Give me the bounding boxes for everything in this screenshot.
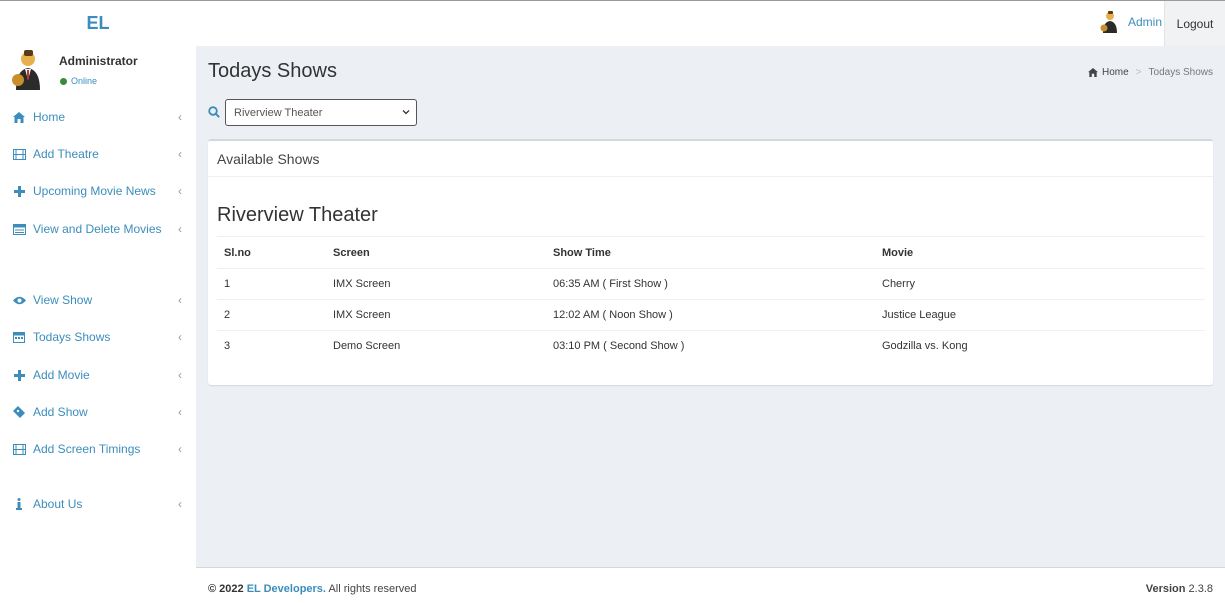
- column-header-slno: Sl.no: [217, 236, 326, 269]
- version-info: Version 2.3.8: [1146, 583, 1213, 595]
- chevron-left-icon: ‹: [178, 405, 182, 419]
- copyright-year: © 2022: [208, 583, 244, 595]
- cell-screen: Demo Screen: [326, 330, 546, 362]
- sidebar: EL Administrator Online Home ‹ Add Theat…: [0, 1, 196, 603]
- info-icon: [12, 497, 26, 511]
- sidebar-item-add-theatre[interactable]: Add Theatre ‹: [0, 136, 196, 172]
- table-row: 1 IMX Screen 06:35 AM ( First Show ) Che…: [217, 268, 1205, 300]
- chevron-left-icon: ‹: [178, 110, 182, 124]
- breadcrumb-separator: >: [1135, 67, 1142, 78]
- version-number: 2.3.8: [1188, 583, 1213, 595]
- user-avatar-icon: [12, 50, 40, 90]
- company-link[interactable]: EL Developers.: [247, 583, 326, 595]
- chevron-left-icon: ‹: [178, 293, 182, 307]
- cell-screen: IMX Screen: [326, 299, 546, 331]
- theater-select-value: Riverview Theater: [234, 106, 323, 119]
- user-status-label: Online: [71, 76, 98, 86]
- breadcrumb-home-link[interactable]: Home: [1102, 67, 1129, 78]
- column-header-screen: Screen: [326, 236, 546, 269]
- table-header-row: Sl.no Screen Show Time Movie: [217, 236, 1205, 269]
- admin-user-menu[interactable]: Admin: [1100, 11, 1162, 33]
- sidebar-item-view-delete-movies[interactable]: View and Delete Movies ‹: [0, 211, 196, 247]
- theater-select[interactable]: Riverview Theater: [225, 99, 417, 126]
- sidebar-item-view-show[interactable]: View Show ‹: [0, 282, 196, 318]
- sidebar-item-label: Add Screen Timings: [33, 442, 141, 456]
- cell-movie: Justice League: [875, 299, 1205, 331]
- film-icon: [12, 147, 26, 161]
- column-header-movie: Movie: [875, 236, 1205, 269]
- sidebar-item-label: View and Delete Movies: [33, 222, 162, 236]
- sidebar-item-label: Todays Shows: [33, 330, 111, 344]
- breadcrumb-current: Todays Shows: [1148, 67, 1213, 78]
- sidebar-item-add-movie[interactable]: Add Movie ‹: [0, 357, 196, 393]
- user-name: Administrator: [59, 54, 138, 68]
- table-row: 2 IMX Screen 12:02 AM ( Noon Show ) Just…: [217, 299, 1205, 331]
- main-content: Todays Shows Home > Todays Shows Rivervi…: [196, 46, 1225, 567]
- plus-icon: [12, 184, 26, 198]
- chevron-left-icon: ‹: [178, 330, 182, 344]
- logout-button[interactable]: Logout: [1164, 1, 1225, 46]
- breadcrumb: Home > Todays Shows: [1088, 67, 1213, 78]
- chevron-left-icon: ‹: [178, 222, 182, 236]
- cell-show-time: 12:02 AM ( Noon Show ): [546, 299, 875, 331]
- cell-screen: IMX Screen: [326, 268, 546, 300]
- online-dot-icon: [60, 78, 67, 86]
- admin-label: Admin: [1127, 15, 1162, 29]
- theater-heading: Riverview Theater: [217, 204, 378, 226]
- sidebar-item-label: View Show: [33, 293, 93, 307]
- chevron-left-icon: ‹: [178, 147, 182, 161]
- admin-avatar-icon: [1100, 11, 1117, 33]
- sidebar-item-label: Home: [33, 110, 66, 124]
- sidebar-item-label: Upcoming Movie News: [33, 184, 156, 198]
- copyright: © 2022 EL Developers. All rights reserve…: [208, 583, 416, 595]
- sidebar-item-label: Add Show: [33, 405, 88, 419]
- home-icon: [12, 110, 26, 124]
- film-icon: [12, 442, 26, 456]
- cell-show-time: 03:10 PM ( Second Show ): [546, 330, 875, 362]
- shows-table: Sl.no Screen Show Time Movie 1 IMX Scree…: [217, 236, 1205, 362]
- sidebar-item-label: Add Movie: [33, 368, 90, 382]
- chevron-left-icon: ‹: [178, 442, 182, 456]
- page-title: Todays Shows: [208, 60, 337, 82]
- brand-logo[interactable]: EL: [0, 1, 196, 45]
- available-shows-panel: Available Shows Riverview Theater Sl.no …: [208, 139, 1213, 385]
- user-status: Online: [60, 76, 97, 86]
- table-row: 3 Demo Screen 03:10 PM ( Second Show ) G…: [217, 330, 1205, 362]
- cell-slno: 1: [217, 268, 326, 300]
- chevron-down-icon: [402, 110, 410, 115]
- cell-show-time: 06:35 AM ( First Show ): [546, 268, 875, 300]
- plus-icon: [12, 368, 26, 382]
- sidebar-item-about-us[interactable]: About Us ‹: [0, 486, 196, 522]
- sidebar-item-add-show[interactable]: Add Show ‹: [0, 394, 196, 430]
- user-panel: Administrator Online: [0, 45, 196, 97]
- sidebar-item-todays-shows[interactable]: Todays Shows ‹: [0, 319, 196, 355]
- sidebar-item-upcoming-movie-news[interactable]: Upcoming Movie News ‹: [0, 173, 196, 209]
- list-icon: [12, 222, 26, 236]
- cell-slno: 2: [217, 299, 326, 331]
- cell-movie: Godzilla vs. Kong: [875, 330, 1205, 362]
- sidebar-item-home[interactable]: Home ‹: [0, 99, 196, 135]
- chevron-left-icon: ‹: [178, 368, 182, 382]
- sidebar-item-label: About Us: [33, 497, 83, 511]
- column-header-show-time: Show Time: [546, 236, 875, 269]
- sidebar-item-add-screen-timings[interactable]: Add Screen Timings ‹: [0, 431, 196, 467]
- cell-slno: 3: [217, 330, 326, 362]
- top-navbar: Admin Logout: [196, 1, 1225, 46]
- version-label: Version: [1145, 583, 1186, 595]
- chevron-left-icon: ‹: [178, 184, 182, 198]
- panel-title: Available Shows: [208, 141, 1213, 177]
- sidebar-item-label: Add Theatre: [33, 147, 99, 161]
- eye-icon: [12, 293, 26, 307]
- search-icon: [208, 106, 220, 118]
- chevron-left-icon: ‹: [178, 497, 182, 511]
- ticket-icon: [12, 405, 26, 419]
- calendar-icon: [12, 330, 26, 344]
- rights-text: All rights reserved: [328, 583, 417, 595]
- cell-movie: Cherry: [875, 268, 1205, 300]
- footer: © 2022 EL Developers. All rights reserve…: [196, 567, 1225, 603]
- home-icon: [1088, 68, 1098, 77]
